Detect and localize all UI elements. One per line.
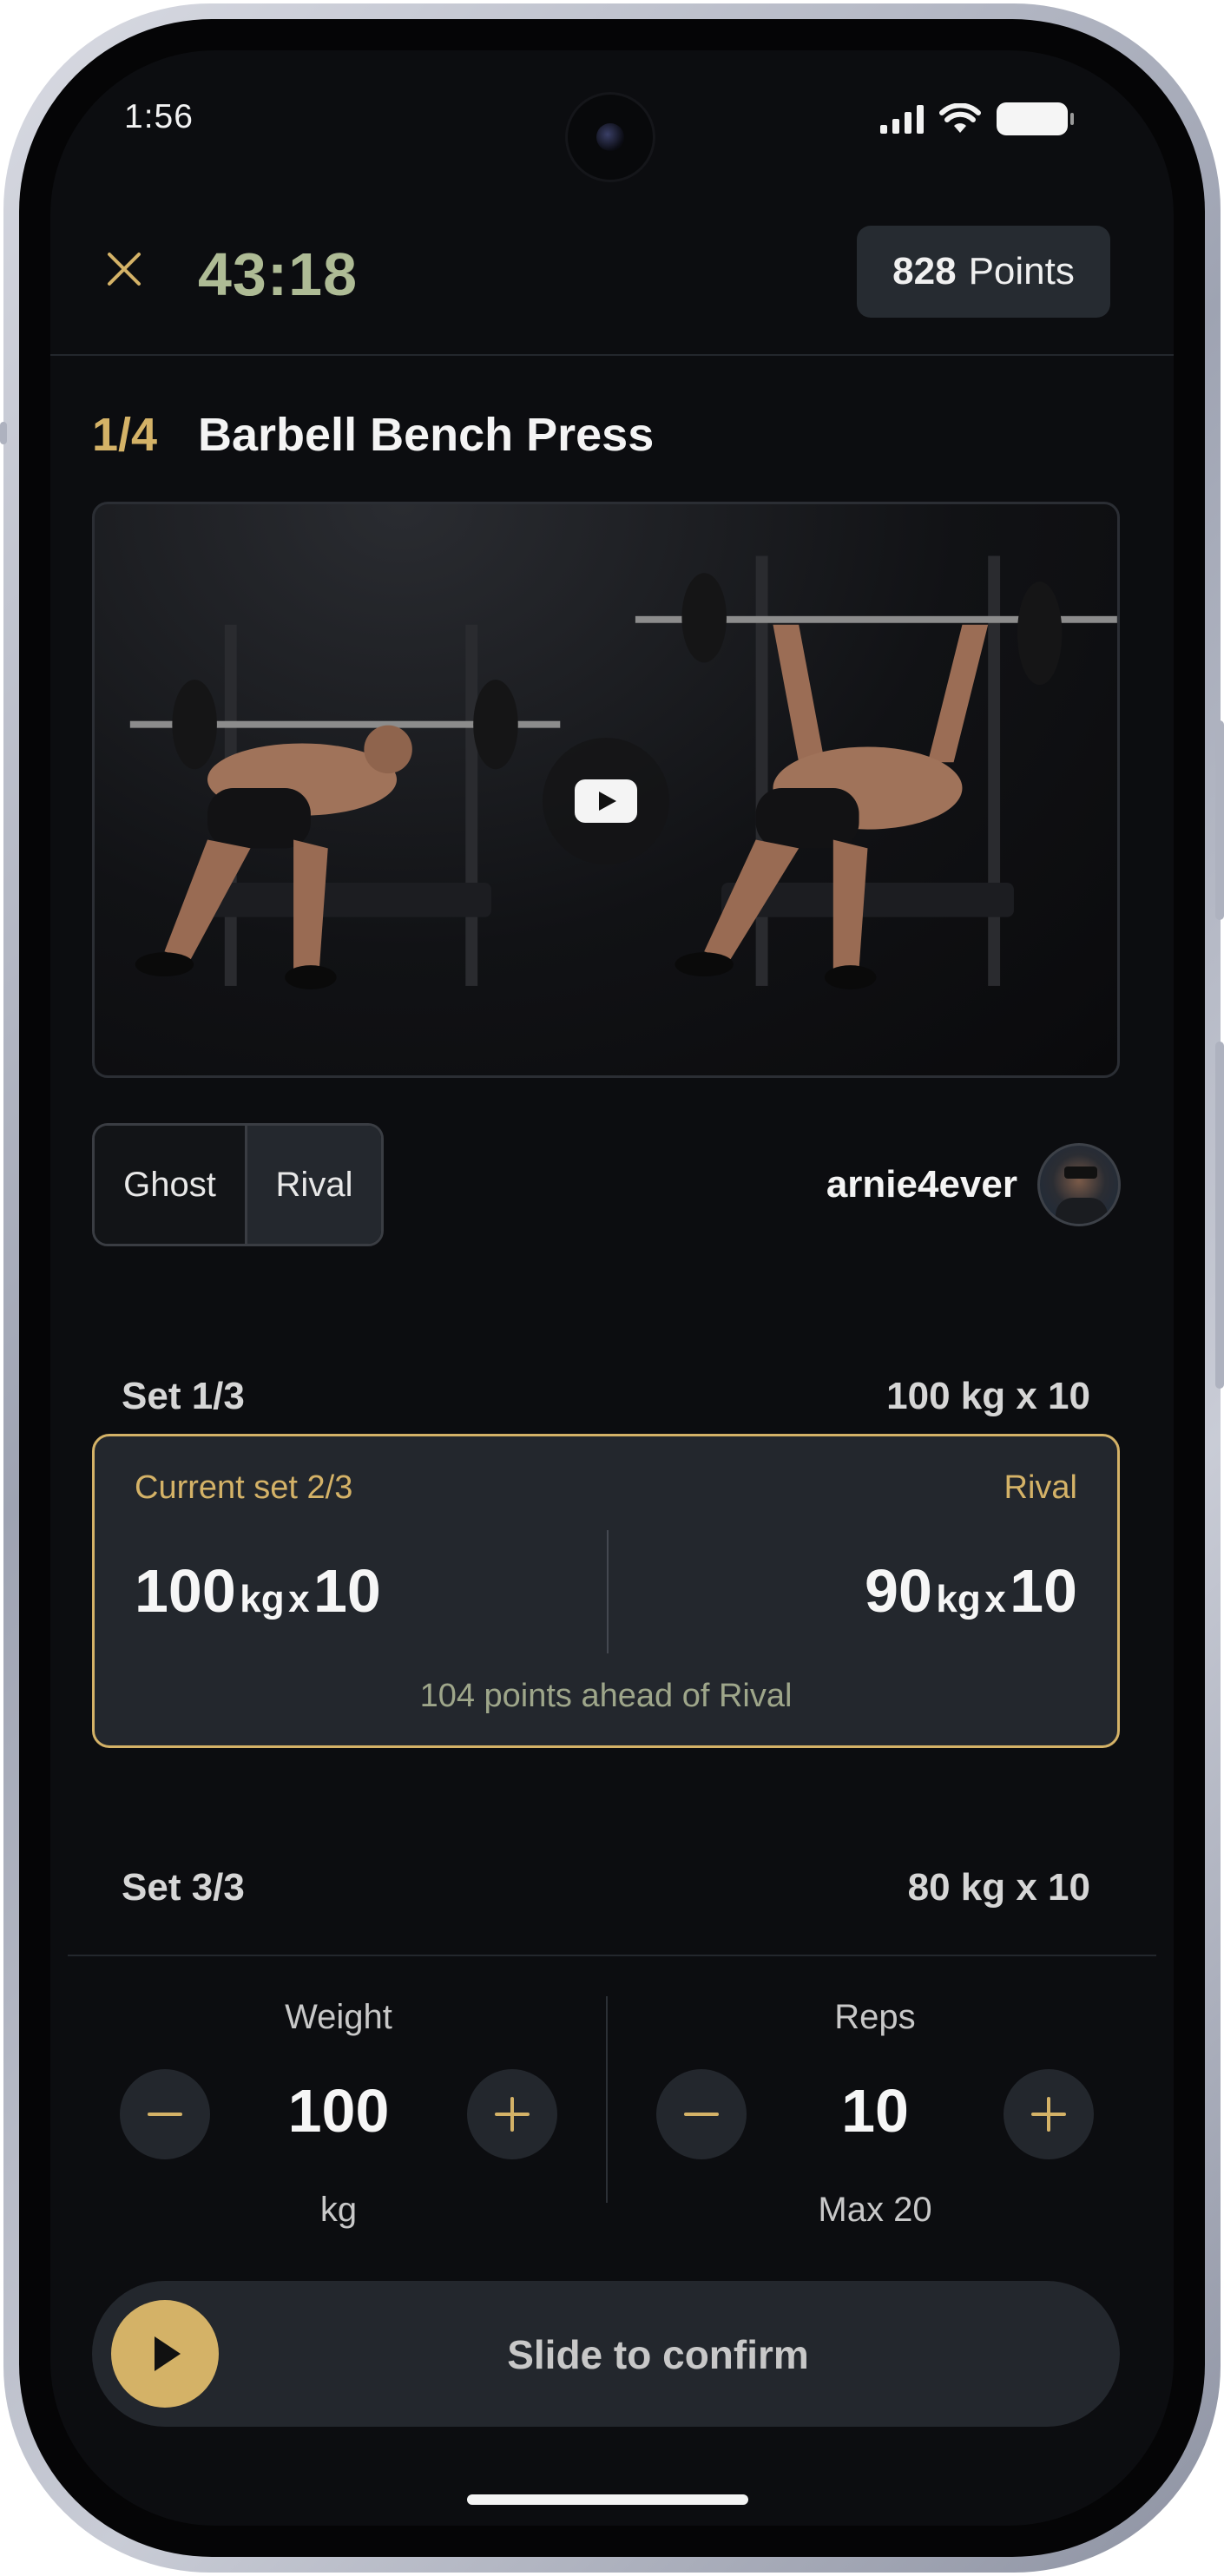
points-badge: 828 Points [857,226,1110,318]
home-indicator[interactable] [467,2494,748,2505]
reps-decrease-button[interactable] [656,2069,747,2159]
reps-value: 10 [841,2077,909,2145]
user-reps: 10 [313,1557,381,1625]
slide-to-confirm[interactable]: Slide to confirm [92,2281,1120,2427]
side-button-action [0,422,7,444]
mode-toggle: Ghost Rival [92,1123,384,1246]
rival-weight: 90 [865,1557,932,1625]
current-set-rival-value: 90 kg x 10 [865,1556,1077,1626]
points-value: 828 [892,250,957,292]
cellular-signal-icon [880,104,924,134]
weight-label: Weight [285,1998,392,2036]
exercise-image-bar-raised [635,555,1117,989]
current-set-rival-label: Rival [1004,1469,1077,1506]
status-time: 1:56 [124,98,194,135]
minus-icon [684,2113,719,2116]
current-set-divider [607,1530,609,1653]
slider-label: Slide to confirm [507,2332,809,2377]
rival-times: x [984,1578,1006,1620]
user-weight: 100 [135,1557,236,1625]
rival-weight-unit: kg [936,1578,981,1620]
set-value: 80 kg x 10 [907,1866,1090,1909]
header-divider [50,354,1174,356]
user-times: x [288,1578,310,1620]
app-screen: 1:56 43:18 828 Points 1/4 Barbell Bench … [50,50,1174,2526]
points-ahead-note: 104 points ahead of Rival [419,1678,793,1714]
current-set-user-value: 100 kg x 10 [135,1556,381,1626]
points-label: Points [968,250,1075,292]
user-weight-unit: kg [240,1578,285,1620]
side-button-power [1215,1042,1224,1389]
close-icon[interactable] [102,247,146,291]
weight-increase-button[interactable] [467,2069,557,2159]
toggle-ghost[interactable]: Ghost [95,1126,247,1244]
rival-reps: 10 [1010,1557,1077,1625]
weight-unit: kg [319,2191,358,2229]
controls-divider [68,1955,1156,1956]
reps-increase-button[interactable] [1004,2069,1094,2159]
rival-username[interactable]: arnie4ever [826,1163,1017,1206]
rival-avatar[interactable] [1037,1143,1121,1226]
exercise-title: Barbell Bench Press [198,409,655,461]
weight-value: 100 [287,2077,390,2145]
exercise-video[interactable] [92,502,1120,1078]
wifi-icon [939,103,981,133]
minus-icon [148,2113,182,2116]
battery-icon [997,102,1074,135]
front-camera [565,92,655,182]
exercise-image-bar-lowered [129,624,561,989]
current-set-label: Current set 2/3 [135,1469,353,1506]
set-value: 100 kg x 10 [886,1375,1090,1417]
side-button-volume [1215,720,1224,920]
current-set-card: Current set 2/3 Rival 100 kg x 10 90 kg … [92,1434,1120,1748]
workout-timer: 43:18 [198,240,359,308]
exercise-index: 1/4 [92,409,158,461]
reps-label: Reps [834,1998,916,2036]
reps-max: Max 20 [818,2191,932,2229]
status-icons [880,102,1074,135]
set-label: Set 3/3 [122,1866,245,1909]
controls-vertical-divider [606,1996,608,2203]
toggle-rival[interactable]: Rival [247,1126,381,1244]
set-label: Set 1/3 [122,1375,245,1417]
youtube-play-icon[interactable] [575,779,637,823]
weight-decrease-button[interactable] [120,2069,210,2159]
